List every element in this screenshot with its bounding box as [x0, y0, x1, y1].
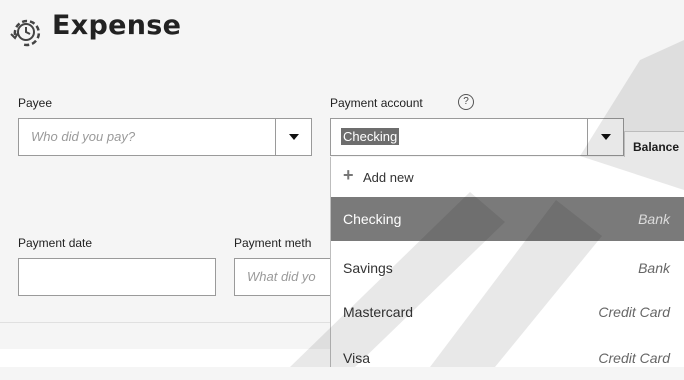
payment-date-input[interactable]	[18, 258, 216, 296]
option-name: Checking	[343, 211, 402, 227]
chevron-down-icon	[601, 134, 611, 140]
help-icon[interactable]: ?	[458, 94, 474, 110]
payment-account-label: Payment account	[330, 96, 423, 110]
option-type: Credit Card	[598, 304, 670, 320]
add-new-option[interactable]: + Add new	[331, 157, 684, 197]
payment-account-select[interactable]: Checking	[330, 118, 624, 156]
dropdown-option-savings[interactable]: Savings Bank	[331, 246, 684, 290]
option-type: Bank	[638, 260, 670, 276]
payment-date-label: Payment date	[18, 236, 93, 250]
receipt-clock-icon	[10, 19, 41, 47]
payee-dropdown-button[interactable]	[275, 119, 311, 155]
option-name: Visa	[343, 350, 370, 366]
divider	[0, 322, 330, 323]
payment-account-dropdown: + Add new Checking Bank Savings Bank Mas…	[330, 157, 684, 367]
payee-placeholder: Who did you pay?	[31, 129, 136, 144]
option-name: Mastercard	[343, 304, 414, 320]
payment-account-value[interactable]: Checking	[341, 128, 400, 145]
add-new-label: Add new	[363, 170, 414, 185]
option-name: Savings	[343, 260, 393, 276]
dropdown-option-visa[interactable]: Visa Credit Card	[331, 336, 684, 380]
payment-account-dropdown-button[interactable]	[587, 119, 623, 155]
payment-method-placeholder: What did yo	[247, 269, 316, 284]
option-type: Bank	[638, 211, 670, 227]
payee-input[interactable]: Who did you pay?	[18, 118, 312, 156]
plus-icon: +	[343, 165, 354, 185]
dropdown-option-checking[interactable]: Checking Bank	[331, 197, 684, 241]
payee-label: Payee	[18, 96, 53, 110]
dropdown-option-mastercard[interactable]: Mastercard Credit Card	[331, 290, 684, 334]
chevron-down-icon	[289, 134, 299, 140]
page-title: Expense	[52, 10, 182, 41]
payment-method-label: Payment meth	[234, 236, 312, 250]
option-type: Credit Card	[598, 350, 670, 366]
